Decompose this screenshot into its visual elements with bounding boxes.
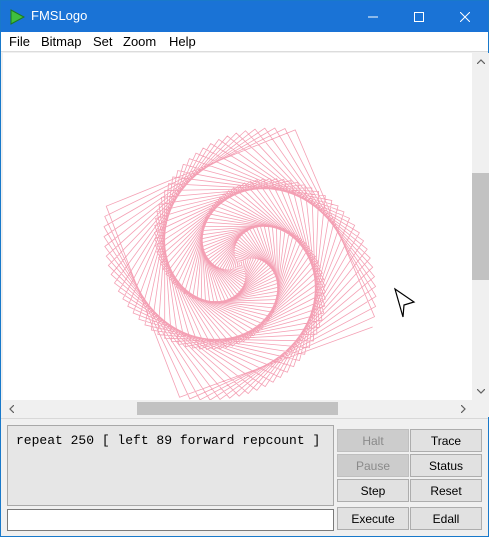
reset-button[interactable]: Reset bbox=[410, 479, 482, 502]
turtle-cursor bbox=[393, 287, 416, 318]
step-button[interactable]: Step bbox=[337, 479, 409, 502]
spiral-path bbox=[103, 127, 377, 400]
menu-zoom[interactable]: Zoom bbox=[123, 34, 156, 49]
halt-button[interactable]: Halt bbox=[337, 429, 409, 452]
splitter[interactable] bbox=[1, 418, 488, 419]
pause-button[interactable]: Pause bbox=[337, 454, 409, 477]
close-icon bbox=[460, 11, 470, 22]
window-title: FMSLogo bbox=[31, 8, 88, 23]
menu-bar: File Bitmap Set Zoom Help bbox=[1, 32, 488, 52]
execute-button[interactable]: Execute bbox=[337, 507, 409, 530]
scroll-left-arrow-icon[interactable] bbox=[3, 400, 20, 417]
menu-file[interactable]: File bbox=[9, 34, 30, 49]
vertical-scroll-thumb[interactable] bbox=[472, 173, 489, 280]
close-button[interactable] bbox=[442, 1, 488, 32]
maximize-icon bbox=[414, 11, 424, 22]
scroll-up-arrow-icon[interactable] bbox=[472, 53, 489, 70]
edall-button[interactable]: Edall bbox=[410, 507, 482, 530]
horizontal-scrollbar[interactable] bbox=[3, 400, 472, 417]
drawing-canvas[interactable] bbox=[3, 53, 473, 400]
green-play-icon bbox=[9, 9, 26, 25]
fmslogo-window: FMSLogo File Bitmap Set Zoom Help repeat… bbox=[0, 0, 489, 537]
menu-help[interactable]: Help bbox=[169, 34, 196, 49]
scroll-right-arrow-icon[interactable] bbox=[455, 400, 472, 417]
command-history[interactable]: repeat 250 [ left 89 forward repcount ] bbox=[7, 425, 334, 506]
trace-button[interactable]: Trace bbox=[410, 429, 482, 452]
menu-bitmap[interactable]: Bitmap bbox=[41, 34, 81, 49]
horizontal-scroll-thumb[interactable] bbox=[137, 402, 338, 415]
vertical-scrollbar[interactable] bbox=[472, 53, 489, 400]
title-bar: FMSLogo bbox=[1, 1, 488, 32]
maximize-button[interactable] bbox=[396, 1, 442, 32]
scroll-corner bbox=[472, 400, 489, 417]
status-button[interactable]: Status bbox=[410, 454, 482, 477]
scroll-down-arrow-icon[interactable] bbox=[472, 383, 489, 400]
menu-set[interactable]: Set bbox=[93, 34, 113, 49]
minimize-button[interactable] bbox=[350, 1, 396, 32]
minimize-icon bbox=[368, 16, 378, 17]
command-input[interactable] bbox=[7, 509, 334, 531]
spiral-drawing bbox=[103, 127, 377, 400]
